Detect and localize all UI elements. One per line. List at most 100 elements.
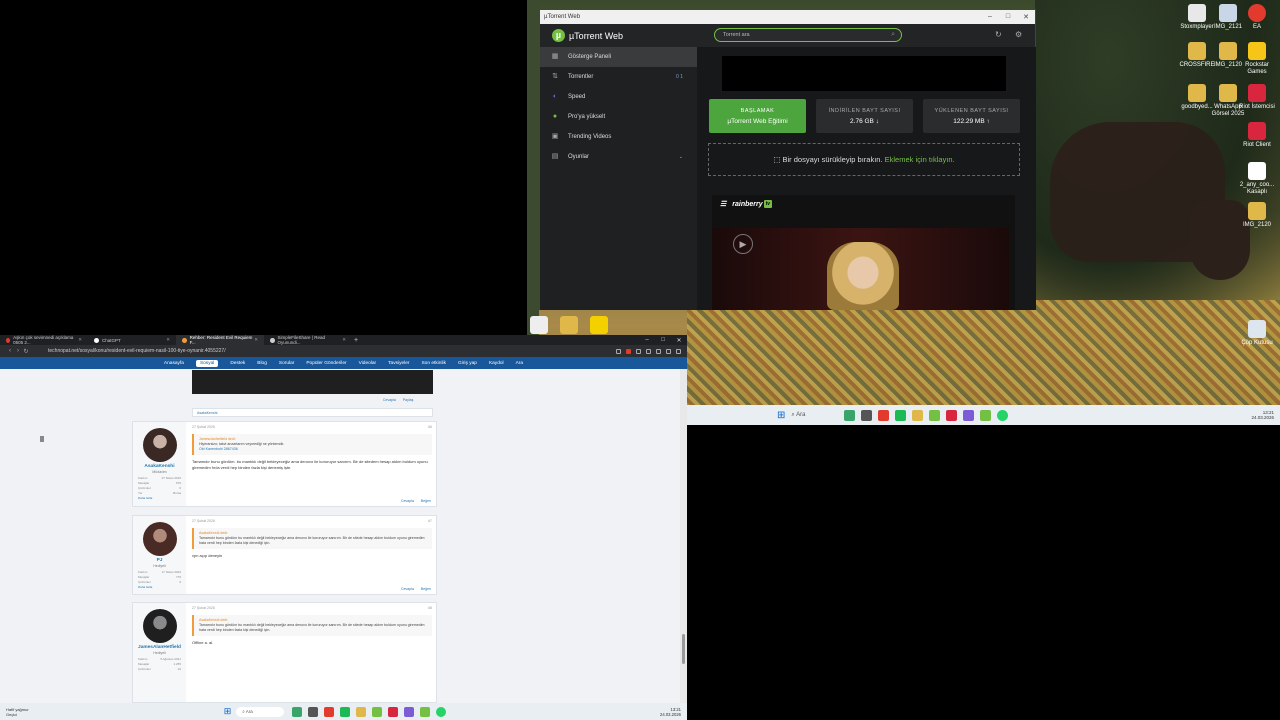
desktop-icon[interactable]: Rockstar Games xyxy=(1237,42,1277,76)
maximize-icon[interactable]: □ xyxy=(655,337,671,344)
add-link[interactable]: Eklemek için tıklayın. xyxy=(885,155,955,164)
nav-social[interactable]: Sosyal xyxy=(195,359,219,367)
tutorial-card[interactable]: BAŞLAMAK µTorrent Web Eğitimi xyxy=(709,99,806,133)
nav-torrents[interactable]: ⇅ Torrentler 0 1 xyxy=(540,67,697,87)
close-icon[interactable]: ✕ xyxy=(254,337,258,343)
nav-dashboard[interactable]: ▦ Gösterge Paneli xyxy=(540,47,697,67)
brave-icon[interactable] xyxy=(324,706,335,717)
spotify-icon[interactable] xyxy=(895,409,907,421)
clock[interactable]: 13:21 24.03.2026 xyxy=(660,707,681,717)
play-icon[interactable]: ▶ xyxy=(733,234,753,254)
scrollbar[interactable] xyxy=(680,369,687,703)
nav-popular[interactable]: Popüler Gönderiler xyxy=(306,361,346,366)
windows-start-icon[interactable]: ⊞ xyxy=(224,706,232,717)
close-icon[interactable]: ✕ xyxy=(166,337,170,343)
whatsapp-icon[interactable] xyxy=(436,706,447,717)
torrent-search-input[interactable]: Torrent ara ⌕ xyxy=(714,28,902,42)
task-view-icon[interactable] xyxy=(861,409,873,421)
desktop-icon[interactable]: 2_any_coo... Kasaplı xyxy=(1237,162,1277,196)
new-tab-icon[interactable]: + xyxy=(354,337,358,344)
sidebar-icon[interactable] xyxy=(666,348,671,354)
close-icon[interactable]: ✕ xyxy=(671,337,687,344)
maximize-icon[interactable]: □ xyxy=(999,13,1017,21)
desktop-icon[interactable]: EA xyxy=(1237,4,1277,31)
avatar[interactable] xyxy=(142,428,177,462)
brave-icon[interactable] xyxy=(878,409,890,421)
nav-videos[interactable]: Videolar xyxy=(359,361,377,366)
minimize-icon[interactable]: – xyxy=(639,337,655,344)
spotify-icon[interactable] xyxy=(340,706,351,717)
browser-tab[interactable]: ChatGPT ✕ xyxy=(88,335,176,345)
app-icon[interactable] xyxy=(980,409,992,421)
weather-widget[interactable]: Hafif yağmur Geçici xyxy=(6,707,29,717)
back-icon[interactable]: ‹ xyxy=(6,348,14,354)
taskbar-search[interactable]: ⌕ Ara xyxy=(236,706,285,717)
desktop-icon[interactable]: IMG_2120 xyxy=(1237,202,1277,229)
browser-tab[interactable]: SimpleFileShare | Read Oyunundi... ✕ xyxy=(264,335,352,345)
extension-icon[interactable] xyxy=(646,348,651,354)
explorer-icon[interactable] xyxy=(356,706,367,717)
forward-icon[interactable]: › xyxy=(14,348,22,354)
app-icon[interactable] xyxy=(388,706,399,717)
clock[interactable]: 13:21 24.03.2026 xyxy=(1251,410,1274,420)
nav-blog[interactable]: Blog xyxy=(257,361,267,366)
app-icon[interactable] xyxy=(946,409,958,421)
windows-start-icon[interactable]: ⊞ xyxy=(777,410,785,421)
desktop-icon[interactable]: Riot Client xyxy=(1237,122,1277,149)
video-player[interactable]: ▶ xyxy=(712,228,1009,310)
embedded-media[interactable] xyxy=(192,370,433,394)
menu-icon[interactable]: ☰ xyxy=(720,200,726,208)
share-icon[interactable] xyxy=(616,348,621,354)
url-field[interactable]: technopat.net/sosyal/konu/resident-evil-… xyxy=(44,348,226,354)
task-view-icon[interactable] xyxy=(308,706,319,717)
avatar[interactable] xyxy=(142,609,177,643)
utorrent-icon[interactable] xyxy=(372,706,383,717)
app-icon[interactable] xyxy=(404,706,415,717)
drop-zone[interactable]: ⬚ Bir dosyayı sürükleyip bırakın. Ekleme… xyxy=(708,143,1020,176)
avatar[interactable] xyxy=(142,522,177,556)
weather-icon[interactable] xyxy=(844,409,856,421)
nav-support[interactable]: Destek xyxy=(230,361,245,366)
close-icon[interactable]: ✕ xyxy=(1017,13,1035,21)
post-number[interactable]: #6 xyxy=(428,425,432,429)
nav-recent[interactable]: Son etkinlik xyxy=(421,361,446,366)
nav-home[interactable]: Anasayfa xyxy=(164,361,184,366)
menu-icon[interactable] xyxy=(676,348,681,354)
explorer-icon[interactable] xyxy=(912,409,924,421)
nav-speed[interactable]: ◐ Speed xyxy=(540,87,697,107)
reload-icon[interactable]: ↻ xyxy=(22,348,30,355)
nav-recommendations[interactable]: Tavsiyeler xyxy=(388,361,409,366)
nav-pro[interactable]: ● Pro'ya yükselt xyxy=(540,107,697,127)
nav-trending-videos[interactable]: ▣ Trending Videos xyxy=(540,127,697,147)
app-icon[interactable] xyxy=(530,316,548,334)
browser-tab-active[interactable]: Rehber: Resident Evil Requiem F... ✕ xyxy=(176,335,264,345)
weather-icon[interactable] xyxy=(292,706,303,717)
gear-icon[interactable]: ⚙ xyxy=(1015,30,1022,39)
brave-shield-icon[interactable] xyxy=(626,348,631,354)
whatsapp-icon[interactable] xyxy=(997,409,1009,421)
scrollbar-thumb[interactable] xyxy=(682,634,685,664)
close-icon[interactable]: ✕ xyxy=(78,337,82,343)
browser-tab[interactable]: Aşkın çok sevimnedi açıklama 0505 2... ✕ xyxy=(0,335,88,345)
utorrent-icon[interactable] xyxy=(929,409,941,421)
app-icon[interactable] xyxy=(420,706,431,717)
ad-banner[interactable] xyxy=(722,56,1006,91)
reaction-bar[interactable]: AsakaKenshi xyxy=(192,408,433,417)
folder-icon[interactable] xyxy=(560,316,578,334)
nav-login[interactable]: Giriş yap xyxy=(458,361,477,366)
extension-icon[interactable] xyxy=(636,348,641,354)
nav-register[interactable]: Kaydol xyxy=(489,361,504,366)
nav-games[interactable]: ▤ Oyunlar ⌄ xyxy=(540,147,697,167)
taskbar-search[interactable]: ⌕ Ara xyxy=(791,412,841,419)
post-number[interactable]: #7 xyxy=(428,519,432,523)
desktop-icon[interactable]: Riot İstemcisi xyxy=(1237,84,1277,111)
history-icon[interactable]: ↻ xyxy=(995,30,1002,39)
close-icon[interactable]: ✕ xyxy=(342,337,346,343)
app-icon[interactable] xyxy=(590,316,608,334)
desktop-icon[interactable]: Çöp Kutusu xyxy=(1237,320,1277,347)
nav-search[interactable]: Ara xyxy=(516,361,523,366)
extension-icon[interactable] xyxy=(656,348,661,354)
post-number[interactable]: #8 xyxy=(428,606,432,610)
nav-questions[interactable]: Sorular xyxy=(279,361,294,366)
app-icon[interactable] xyxy=(963,409,975,421)
